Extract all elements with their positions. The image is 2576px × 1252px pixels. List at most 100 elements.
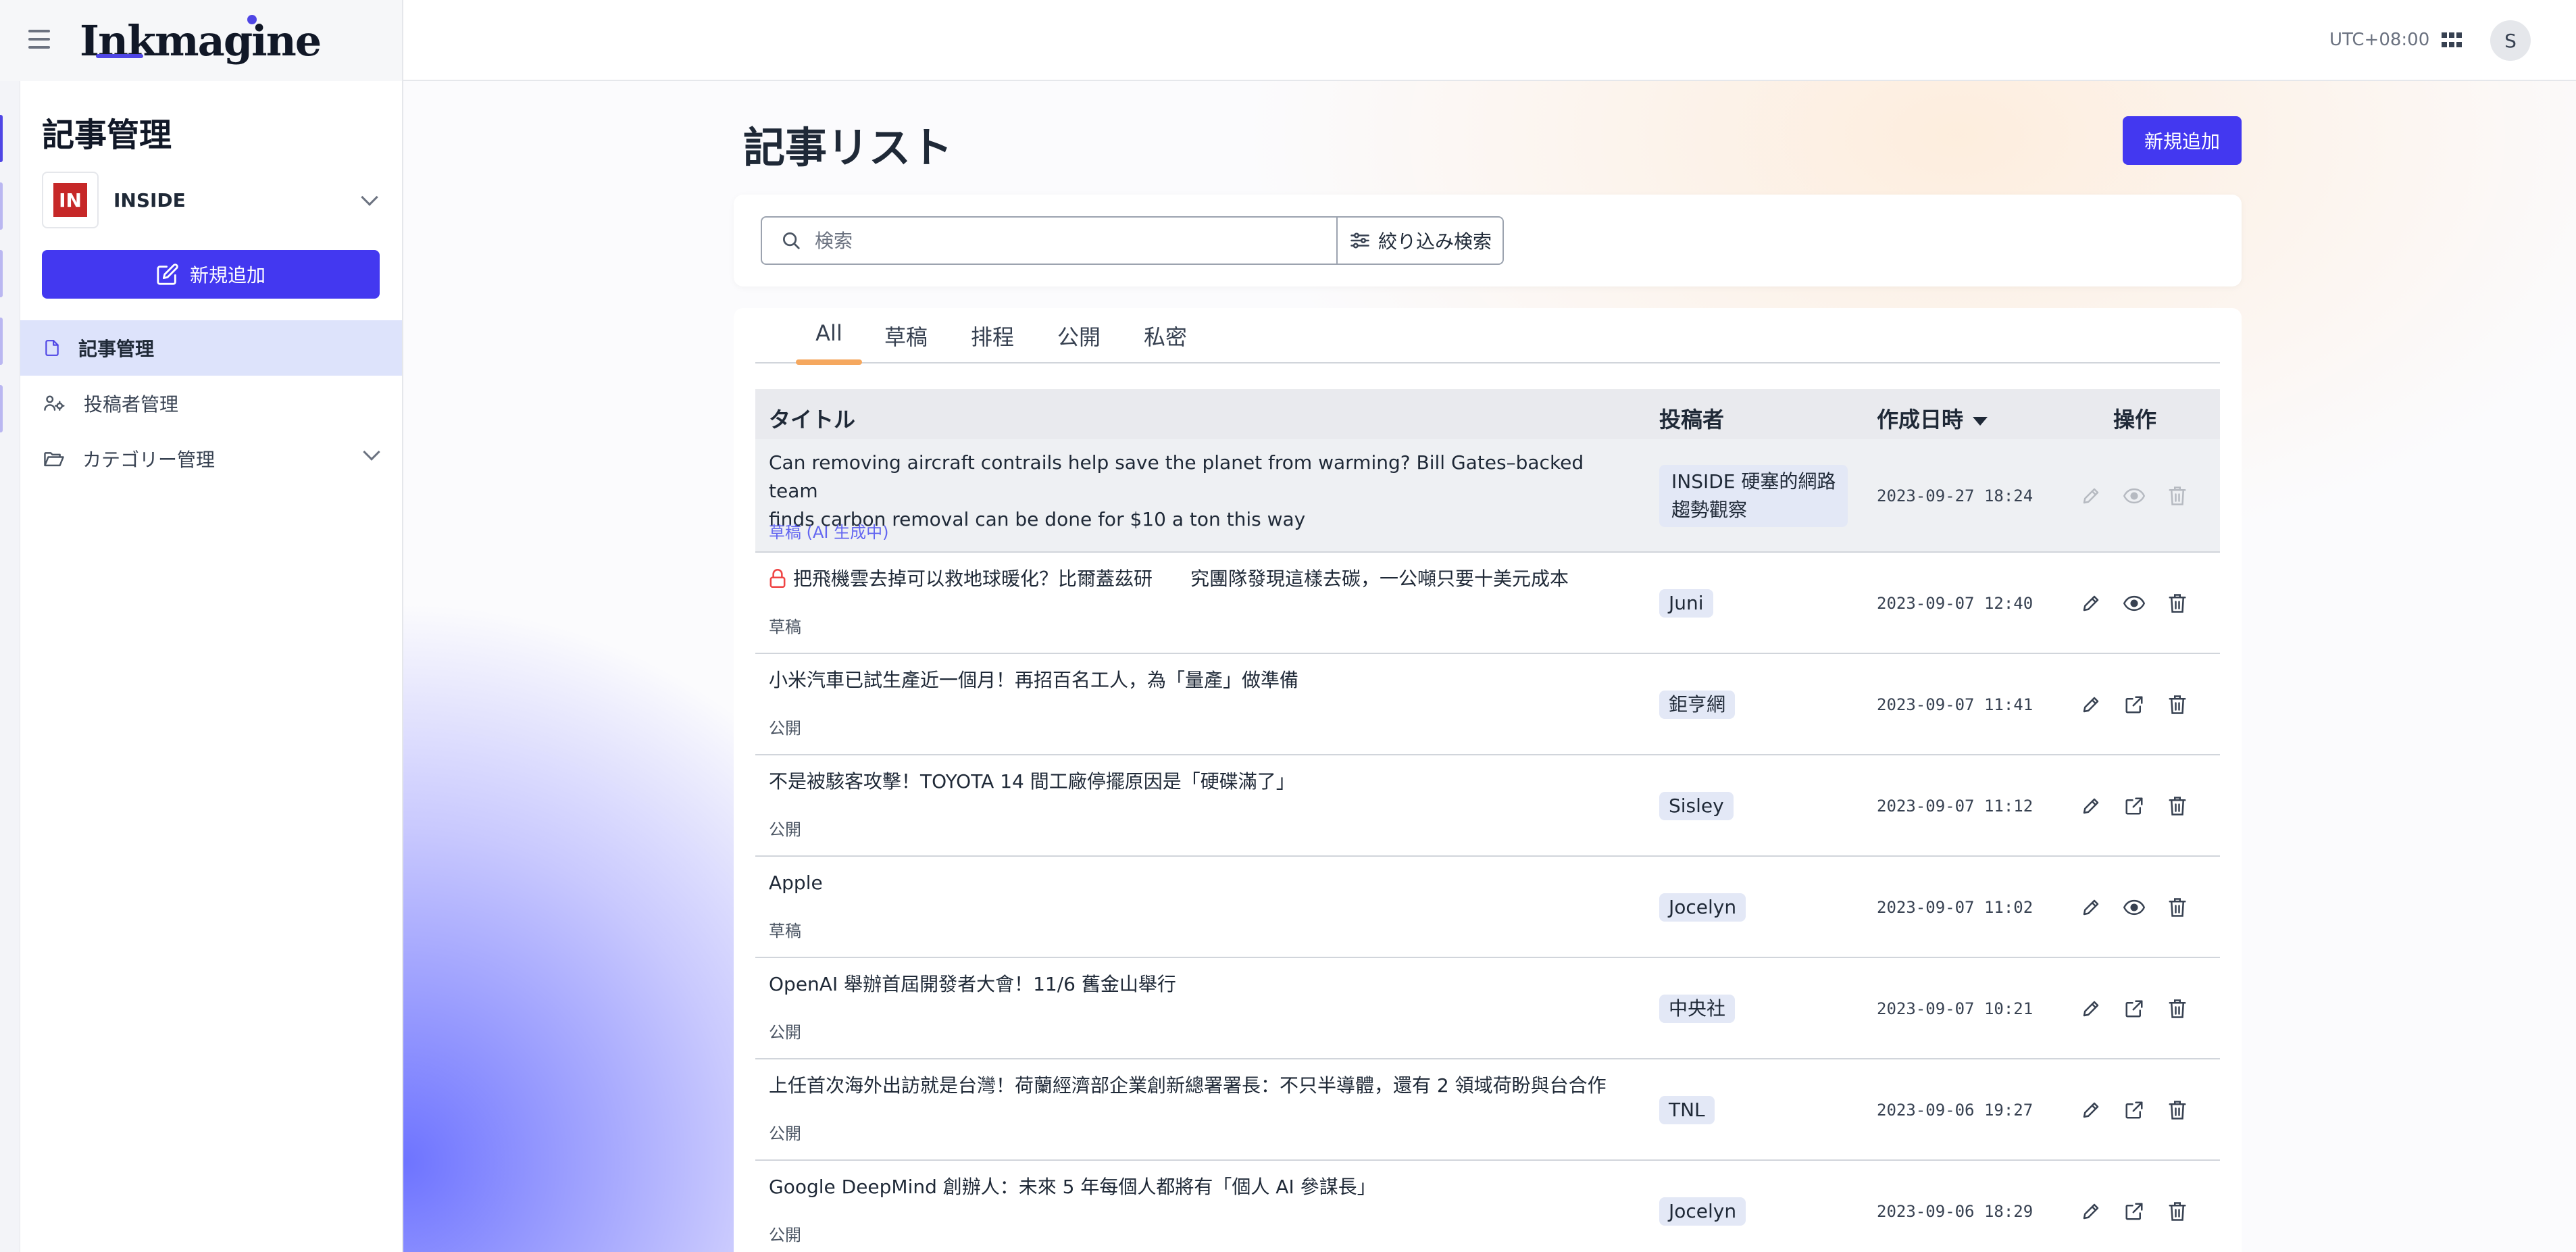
author-badge: INSIDE 硬塞的網路 趨勢觀察: [1659, 465, 1848, 527]
rail-indicator[interactable]: [0, 250, 3, 297]
site-selector[interactable]: IN INSIDE: [42, 172, 386, 228]
trash-icon[interactable]: [2166, 997, 2189, 1020]
article-title-text: 上任首次海外出訪就是台灣！荷蘭經濟部企業創新總署署長：不只半導體，還有 2 領域…: [769, 1074, 1607, 1097]
trash-icon[interactable]: [2166, 693, 2189, 716]
rail-indicator[interactable]: [0, 182, 3, 230]
row-actions: [2079, 592, 2189, 615]
table-row[interactable]: OpenAI 舉辦首屆開發者大會！11/6 舊金山舉行 公開 中央社 2023-09-…: [755, 958, 2220, 1059]
external-link-icon[interactable]: [2123, 1200, 2146, 1223]
article-list-panel: All 草稿 排程 公開 私密 タイトル 投稿者 作成日時 操作 Can rem…: [734, 308, 2242, 1252]
author-badge: 中央社: [1659, 995, 1736, 1023]
sidebar-item-articles[interactable]: 記事管理: [20, 320, 402, 376]
article-status: 草稿 (AI 生成中): [769, 523, 889, 542]
eye-icon[interactable]: [2123, 896, 2146, 919]
advanced-filter-label: 絞り込み検索: [1378, 230, 1492, 253]
row-actions: [2079, 693, 2189, 716]
sidebar-item-authors[interactable]: 投稿者管理: [20, 376, 402, 431]
timezone-label: UTC+08:00: [2329, 30, 2430, 50]
app-window: Inkmagine UTC+08:00 S 記事管理 IN INSIDE 新規追…: [0, 0, 2576, 1252]
table-row[interactable]: 把飛機雲去掉可以救地球暖化？比爾蓋茲研 究團隊發現這樣去碳，一公噸只要十美元成本…: [755, 553, 2220, 654]
article-title-link[interactable]: 小米汽車已試生產近一個月！再招百名工人，為「量產」做準備: [769, 666, 1620, 695]
article-title-text: OpenAI 舉辦首屆開發者大會！11/6 舊金山舉行: [769, 973, 1176, 995]
article-title-link[interactable]: Apple: [769, 869, 1620, 897]
pencil-icon[interactable]: [2079, 997, 2102, 1020]
sliders-icon: [1350, 232, 1369, 249]
article-title-text: Google DeepMind 創辦人：未來 5 年每個人都將有「個人 AI 參…: [769, 1176, 1376, 1198]
author-badge: Jocelyn: [1659, 893, 1746, 922]
article-title-link[interactable]: 上任首次海外出訪就是台灣！荷蘭經濟部企業創新總署署長：不只半導體，還有 2 領域…: [769, 1072, 1620, 1100]
external-link-icon[interactable]: [2123, 997, 2146, 1020]
article-title-link[interactable]: OpenAI 舉辦首屆開發者大會！11/6 舊金山舉行: [769, 970, 1620, 999]
table-row[interactable]: 不是被駭客攻擊！TOYOTA 14 間工廠停擺原因是「硬碟滿了」 公開 Sisley…: [755, 755, 2220, 857]
menu-icon[interactable]: [28, 30, 50, 49]
pencil-icon[interactable]: [2079, 592, 2102, 615]
left-rail: [0, 81, 20, 1252]
external-link-icon[interactable]: [2123, 693, 2146, 716]
sidebar-new-article-button[interactable]: 新規追加: [42, 250, 380, 299]
table-row[interactable]: Apple 草稿 Jocelyn 2023-09-07 11:02: [755, 857, 2220, 958]
article-created-date: 2023-09-27 18:24: [1877, 486, 2034, 505]
pencil-icon[interactable]: [2079, 795, 2102, 818]
logo-dot: [247, 15, 257, 24]
tab-private[interactable]: 私密: [1142, 320, 1189, 364]
rail-indicator[interactable]: [0, 385, 3, 432]
apps-grid-icon[interactable]: [2442, 32, 2462, 49]
trash-icon[interactable]: [2166, 484, 2189, 507]
external-link-icon[interactable]: [2123, 795, 2146, 818]
sidebar-new-article-label: 新規追加: [189, 264, 266, 286]
table-row[interactable]: Google DeepMind 創辦人：未來 5 年每個人都將有「個人 AI 參…: [755, 1161, 2220, 1252]
article-created-date: 2023-09-07 11:12: [1877, 797, 2034, 816]
sidebar-item-categories[interactable]: カテゴリー管理: [20, 431, 402, 486]
article-title-text: Apple: [769, 872, 823, 894]
trash-icon[interactable]: [2166, 1200, 2189, 1223]
column-author-header: 投稿者: [1659, 407, 1725, 432]
row-actions: [2079, 997, 2189, 1020]
sidebar-title: 記事管理: [42, 116, 172, 154]
rail-indicator[interactable]: [0, 115, 3, 162]
article-status: 公開: [769, 1124, 801, 1143]
trash-icon[interactable]: [2166, 795, 2189, 818]
pencil-icon[interactable]: [2079, 1099, 2102, 1122]
external-link-icon[interactable]: [2123, 1099, 2146, 1122]
user-avatar[interactable]: S: [2490, 20, 2531, 61]
new-article-button[interactable]: 新規追加: [2123, 116, 2242, 165]
tab-published[interactable]: 公開: [1055, 320, 1103, 364]
row-actions: [2079, 1200, 2189, 1223]
pencil-icon[interactable]: [2079, 693, 2102, 716]
users-gear-icon: [44, 395, 65, 411]
search-box: 絞り込み検索: [761, 216, 1504, 265]
app-logo[interactable]: Inkmagine: [80, 15, 322, 66]
article-status: 公開: [769, 1023, 801, 1042]
tab-draft[interactable]: 草稿: [882, 320, 930, 364]
search-input[interactable]: [815, 229, 1342, 252]
pencil-icon[interactable]: [2079, 896, 2102, 919]
column-title-header: タイトル: [769, 407, 856, 432]
column-created-header[interactable]: 作成日時: [1877, 403, 1988, 434]
pencil-icon[interactable]: [2079, 1200, 2102, 1223]
article-created-date: 2023-09-07 11:41: [1877, 695, 2034, 714]
tab-all[interactable]: All: [796, 320, 862, 365]
column-actions-header: 操作: [2113, 407, 2157, 432]
trash-icon[interactable]: [2166, 592, 2189, 615]
trash-icon[interactable]: [2166, 1099, 2189, 1122]
sort-desc-icon[interactable]: [1973, 416, 1988, 426]
author-badge: 鉅亨網: [1659, 691, 1736, 719]
tab-scheduled[interactable]: 排程: [969, 320, 1016, 364]
advanced-filter-button[interactable]: 絞り込み検索: [1336, 218, 1504, 264]
author-name: INSIDE 硬塞的網路: [1671, 470, 1836, 493]
trash-icon[interactable]: [2166, 896, 2189, 919]
table-row[interactable]: Can removing aircraft contrails help sav…: [755, 439, 2220, 553]
article-created-date: 2023-09-06 18:29: [1877, 1202, 2034, 1221]
article-title-link[interactable]: Can removing aircraft contrails help sav…: [769, 449, 1620, 534]
eye-icon[interactable]: [2123, 484, 2146, 507]
column-created-label: 作成日時: [1877, 407, 1964, 432]
table-row[interactable]: 小米汽車已試生產近一個月！再招百名工人，為「量產」做準備 公開 鉅亨網 2023-09…: [755, 654, 2220, 755]
article-title-link[interactable]: 把飛機雲去掉可以救地球暖化？比爾蓋茲研 究團隊發現這樣去碳，一公噸只要十美元成本: [769, 565, 1620, 596]
author-name: 趨勢觀察: [1671, 499, 1748, 521]
table-row[interactable]: 上任首次海外出訪就是台灣！荷蘭經濟部企業創新總署署長：不只半導體，還有 2 領域…: [755, 1059, 2220, 1161]
article-title-link[interactable]: Google DeepMind 創辦人：未來 5 年每個人都將有「個人 AI 參…: [769, 1173, 1620, 1201]
rail-indicator[interactable]: [0, 318, 3, 365]
article-title-link[interactable]: 不是被駭客攻擊！TOYOTA 14 間工廠停擺原因是「硬碟滿了」: [769, 768, 1620, 796]
pencil-icon[interactable]: [2079, 484, 2102, 507]
eye-icon[interactable]: [2123, 592, 2146, 615]
